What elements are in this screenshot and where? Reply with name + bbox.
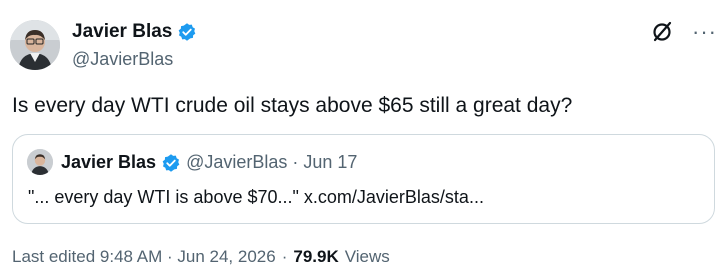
quoted-text: "... every day WTI is above $70..." x.co… <box>28 187 484 207</box>
verified-badge-icon[interactable] <box>177 22 197 42</box>
tweet-text: Is every day WTI crude oil stays above $… <box>12 94 573 117</box>
author-name-row: Javier Blas <box>72 21 197 43</box>
meta-separator: · <box>281 247 288 266</box>
author-handle[interactable]: @JavierBlas <box>72 49 173 70</box>
verified-badge-icon <box>161 153 181 173</box>
more-icon[interactable]: ··· <box>692 21 717 43</box>
quoted-separator: · <box>292 152 299 172</box>
quoted-date: Jun 17 <box>303 152 358 172</box>
views-count: 79.9K <box>293 247 339 266</box>
quoted-header: Javier Blas @JavierBlas · Jun 17 <box>61 152 357 173</box>
grok-icon[interactable] <box>650 20 674 44</box>
quoted-author-handle: @JavierBlas <box>186 152 288 172</box>
views-label: Views <box>344 247 390 266</box>
quoted-author-name: Javier Blas <box>61 152 157 172</box>
quoted-author-avatar <box>27 149 53 175</box>
quoted-tweet-card[interactable]: Javier Blas @JavierBlas · Jun 17 "... ev… <box>12 134 715 224</box>
edited-timestamp[interactable]: Last edited 9:48 AM · Jun 24, 2026 <box>12 247 276 267</box>
author-avatar[interactable] <box>10 20 60 70</box>
top-actions: ··· <box>650 20 717 44</box>
author-name[interactable]: Javier Blas <box>72 21 172 43</box>
tweet-meta: Last edited 9:48 AM · Jun 24, 2026 · 79.… <box>12 247 390 267</box>
